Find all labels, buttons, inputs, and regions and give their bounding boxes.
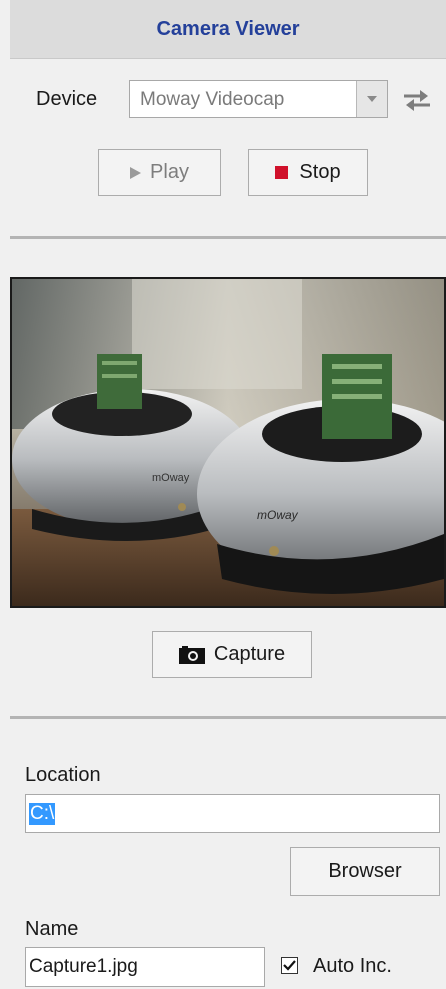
- location-input[interactable]: C:\: [25, 794, 440, 833]
- browse-label: Browser: [328, 860, 402, 882]
- auto-inc-checkbox[interactable]: [281, 957, 298, 974]
- robot-brand-label: mOway: [257, 508, 299, 522]
- device-label: Device: [36, 88, 98, 110]
- camera-preview-image: mOway mOway: [12, 279, 444, 606]
- stop-icon: [275, 166, 289, 179]
- auto-inc-label: Auto Inc.: [313, 955, 392, 977]
- section-divider: [10, 236, 446, 239]
- camera-preview: mOway mOway: [10, 277, 446, 608]
- location-label: Location: [25, 764, 101, 786]
- name-input[interactable]: Capture1.jpg: [25, 947, 265, 987]
- section-divider: [10, 716, 446, 719]
- stop-label: Stop: [299, 161, 341, 183]
- play-button[interactable]: Play: [98, 149, 221, 196]
- robot-brand-label: mOway: [152, 472, 190, 484]
- location-value: C:\: [29, 802, 56, 825]
- play-icon: [130, 166, 142, 179]
- play-label: Play: [150, 161, 189, 183]
- device-selected-value: Moway Videocap: [140, 89, 285, 110]
- name-value: Capture1.jpg: [29, 956, 138, 977]
- device-select[interactable]: Moway Videocap: [129, 80, 388, 118]
- checkmark-icon: [283, 960, 296, 971]
- capture-label: Capture: [213, 643, 286, 665]
- panel-header: Camera Viewer: [10, 0, 446, 59]
- stop-button[interactable]: Stop: [248, 149, 368, 196]
- camera-icon: [178, 645, 205, 664]
- capture-button[interactable]: Capture: [152, 631, 312, 678]
- browse-button[interactable]: Browser: [290, 847, 440, 896]
- refresh-icon[interactable]: [400, 86, 434, 114]
- name-label: Name: [25, 918, 79, 940]
- chevron-down-icon[interactable]: [356, 81, 387, 117]
- panel-title: Camera Viewer: [156, 17, 300, 40]
